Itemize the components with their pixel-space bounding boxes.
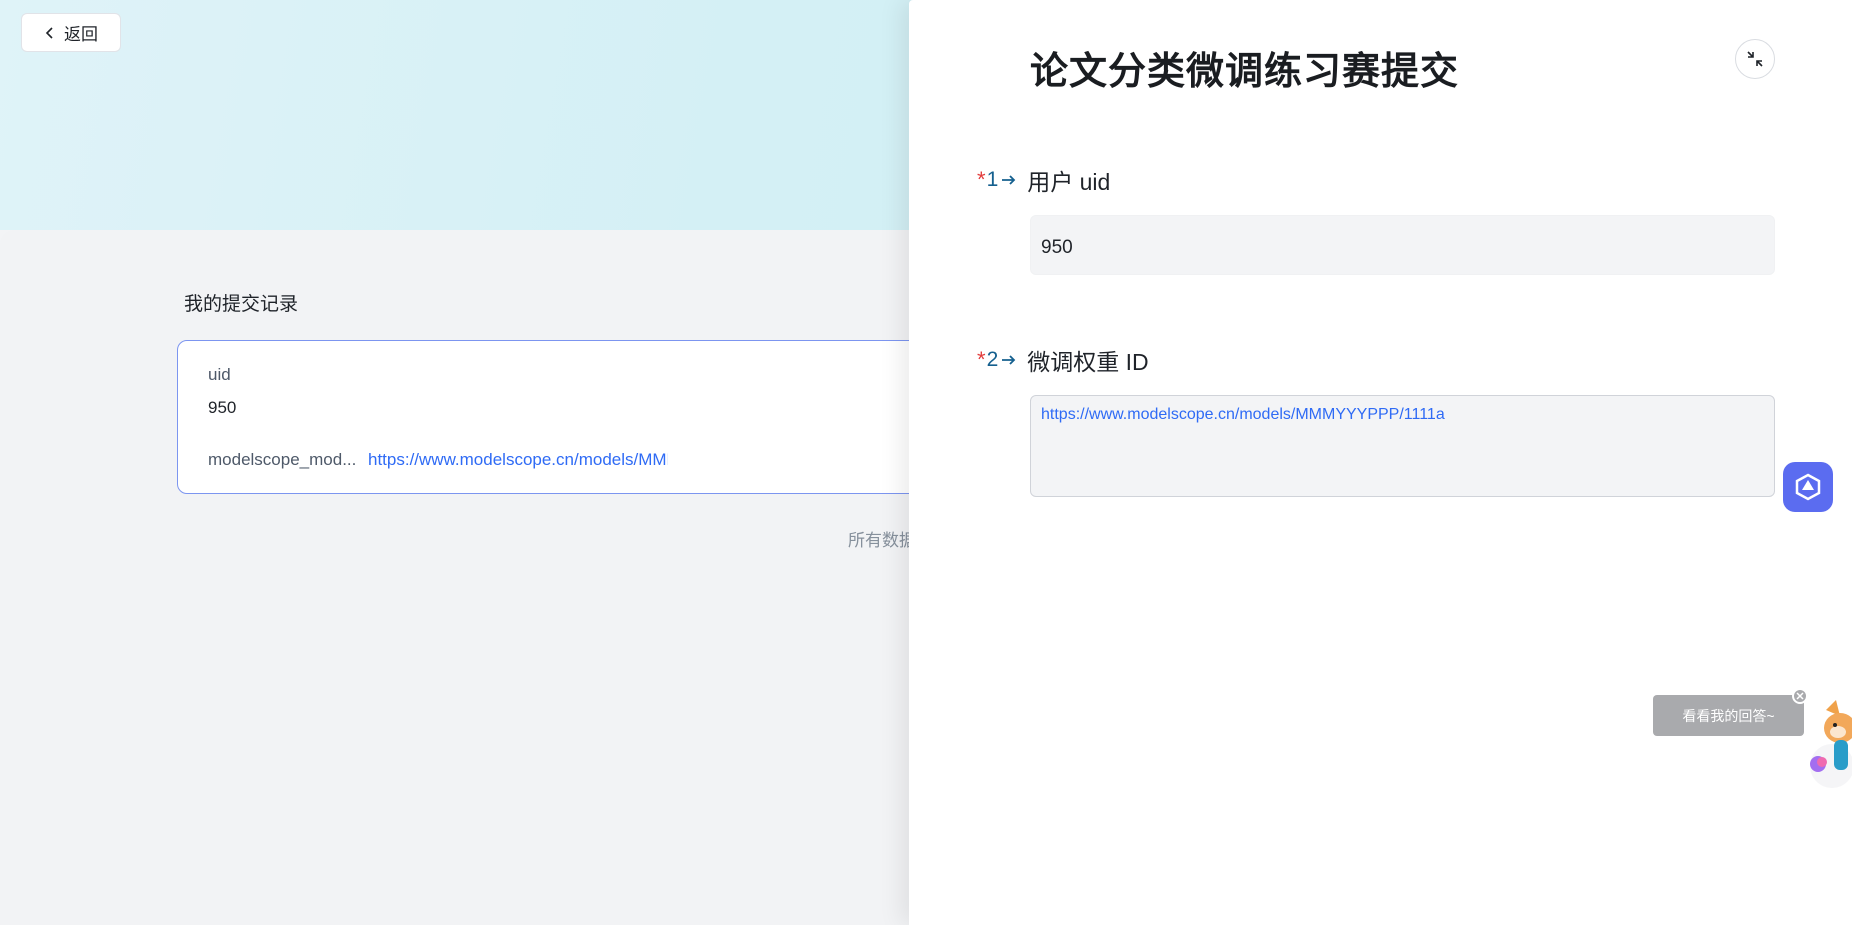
record-model-link[interactable]: https://www.modelscope.cn/models/MMMYYYP…: [368, 450, 668, 470]
question-1-label: * 1 用户 uid: [977, 163, 1110, 197]
question-number: 2: [986, 348, 999, 371]
record-uid-value: 950: [208, 398, 237, 417]
submission-drawer: 论文分类微调练习赛提交 * 1 用户 uid 950 * 2 微调权重 ID h…: [909, 0, 1852, 925]
arrow-right-icon: [1002, 355, 1016, 365]
ai-assistant-button[interactable]: [1783, 462, 1833, 512]
ai-assistant-icon: [1795, 473, 1821, 501]
arrow-right-icon: [1002, 175, 1016, 185]
question-text: 用户 uid: [1027, 169, 1111, 195]
back-button[interactable]: 返回: [21, 13, 121, 52]
required-mark: *: [977, 167, 986, 192]
records-title: 我的提交记录: [184, 294, 299, 315]
required-mark: *: [977, 347, 986, 372]
question-2-label: * 2 微调权重 ID: [977, 343, 1149, 377]
mascot-image[interactable]: [1806, 700, 1852, 790]
collapse-icon: [1747, 51, 1763, 67]
record-uid-label: uid: [208, 365, 231, 384]
question-text: 微调权重 ID: [1027, 349, 1149, 375]
question-number: 1: [986, 168, 999, 191]
uid-input[interactable]: 950: [1030, 215, 1775, 275]
record-model-key: modelscope_mod...: [208, 450, 357, 469]
footer-note: 所有数据: [848, 531, 910, 550]
chevron-left-icon: [45, 26, 53, 39]
back-button-label: 返回: [64, 25, 98, 44]
submission-record-card[interactable]: uid 950 modelscope_mod... https://www.mo…: [177, 340, 937, 494]
collapse-button[interactable]: [1735, 39, 1775, 79]
tip-bubble[interactable]: 看看我的回答~: [1653, 695, 1804, 736]
weight-id-textarea[interactable]: https://www.modelscope.cn/models/MMMYYYP…: [1030, 395, 1775, 497]
drawer-title: 论文分类微调练习赛提交: [1030, 51, 1460, 93]
